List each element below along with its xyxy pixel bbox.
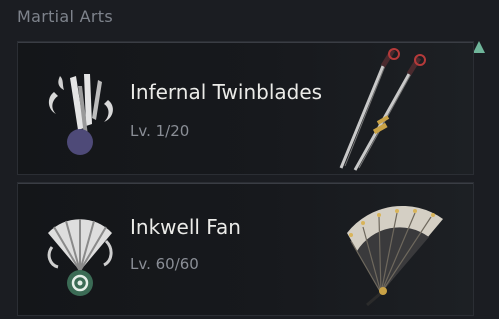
scroll-up-arrow-icon[interactable]: [473, 41, 485, 53]
fan-emblem-icon: [47, 219, 113, 296]
twinblades-weapon-art: [339, 48, 426, 171]
martial-art-level: Lv. 1/20: [130, 122, 190, 140]
section-title: Martial Arts: [17, 7, 113, 26]
martial-art-card-twinblades[interactable]: Infernal Twinblades Lv. 1/20: [17, 41, 474, 175]
inkwell-fan-weapon-art: [347, 205, 443, 307]
twinblades-emblem-icon: [48, 74, 113, 155]
martial-art-level: Lv. 60/60: [130, 255, 199, 273]
martial-art-name: Inkwell Fan: [130, 215, 241, 239]
martial-art-name: Infernal Twinblades: [130, 80, 323, 104]
martial-art-card-inkwell-fan[interactable]: Inkwell Fan Lv. 60/60: [17, 182, 474, 316]
